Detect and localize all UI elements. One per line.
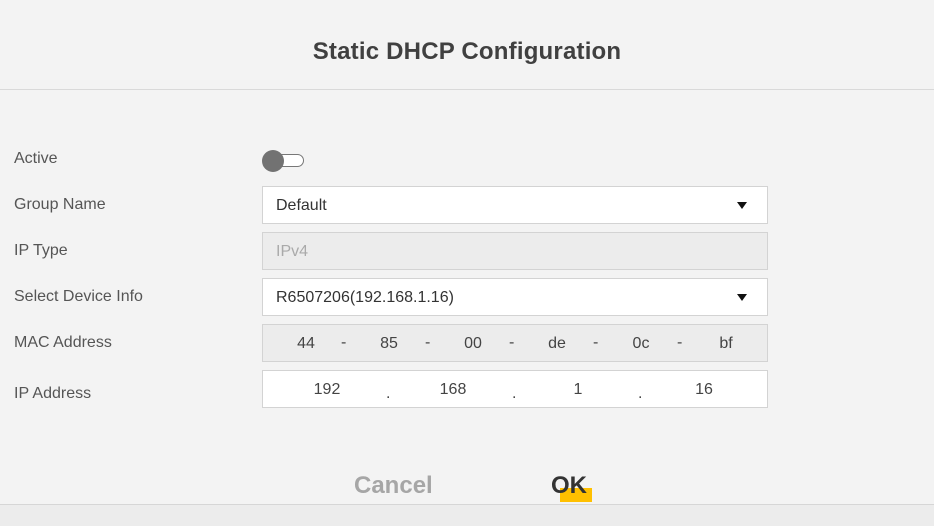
bottom-strip [0,505,934,526]
mac-address-label: MAC Address [14,334,112,351]
group-name-select[interactable]: Default [262,186,768,224]
mac-separator: - [425,334,431,351]
mac-octet-5: 0c [632,335,650,352]
device-info-select[interactable]: R6507206(192.168.1.16) [262,278,768,316]
toggle-knob [262,150,284,172]
mac-address-field: 44 - 85 - 00 - de - 0c - bf [262,324,768,362]
mac-separator: - [509,334,515,351]
ip-type-value: IPv4 [276,243,309,260]
dialog-title: Static DHCP Configuration [312,38,622,65]
ip-separator: . [386,385,391,402]
caret-down-icon [737,294,747,301]
active-label: Active [14,150,58,167]
mac-separator: - [593,334,599,351]
device-info-value: R6507206(192.168.1.16) [276,289,454,306]
ip-type-label: IP Type [14,242,68,259]
select-device-info-label: Select Device Info [14,288,143,305]
cancel-button[interactable]: Cancel [354,472,433,500]
ip-octet-1-input[interactable]: 192 [303,381,351,399]
ip-octet-2-input[interactable]: 168 [429,381,477,399]
active-toggle[interactable] [262,150,306,172]
ip-octet-4-input[interactable]: 16 [680,381,728,399]
mac-octet-1: 44 [297,335,315,352]
mac-separator: - [677,334,683,351]
mac-octet-3: 00 [464,335,482,352]
mac-octet-6: bf [719,335,733,352]
ip-address-label: IP Address [14,385,92,402]
ip-separator: . [638,385,643,402]
title-divider [0,89,934,90]
mac-octet-4: de [548,335,566,352]
group-name-label: Group Name [14,196,106,213]
mac-octet-2: 85 [380,335,398,352]
ip-type-field: IPv4 [262,232,768,270]
caret-down-icon [737,202,747,209]
ip-address-field: 192 . 168 . 1 . 16 [262,370,768,408]
ok-button[interactable]: OK [551,472,587,500]
group-name-value: Default [276,197,327,214]
mac-separator: - [341,334,347,351]
static-dhcp-dialog: Static DHCP Configuration Active Group N… [0,0,934,505]
ip-separator: . [512,385,517,402]
ip-octet-3-input[interactable]: 1 [554,381,602,399]
